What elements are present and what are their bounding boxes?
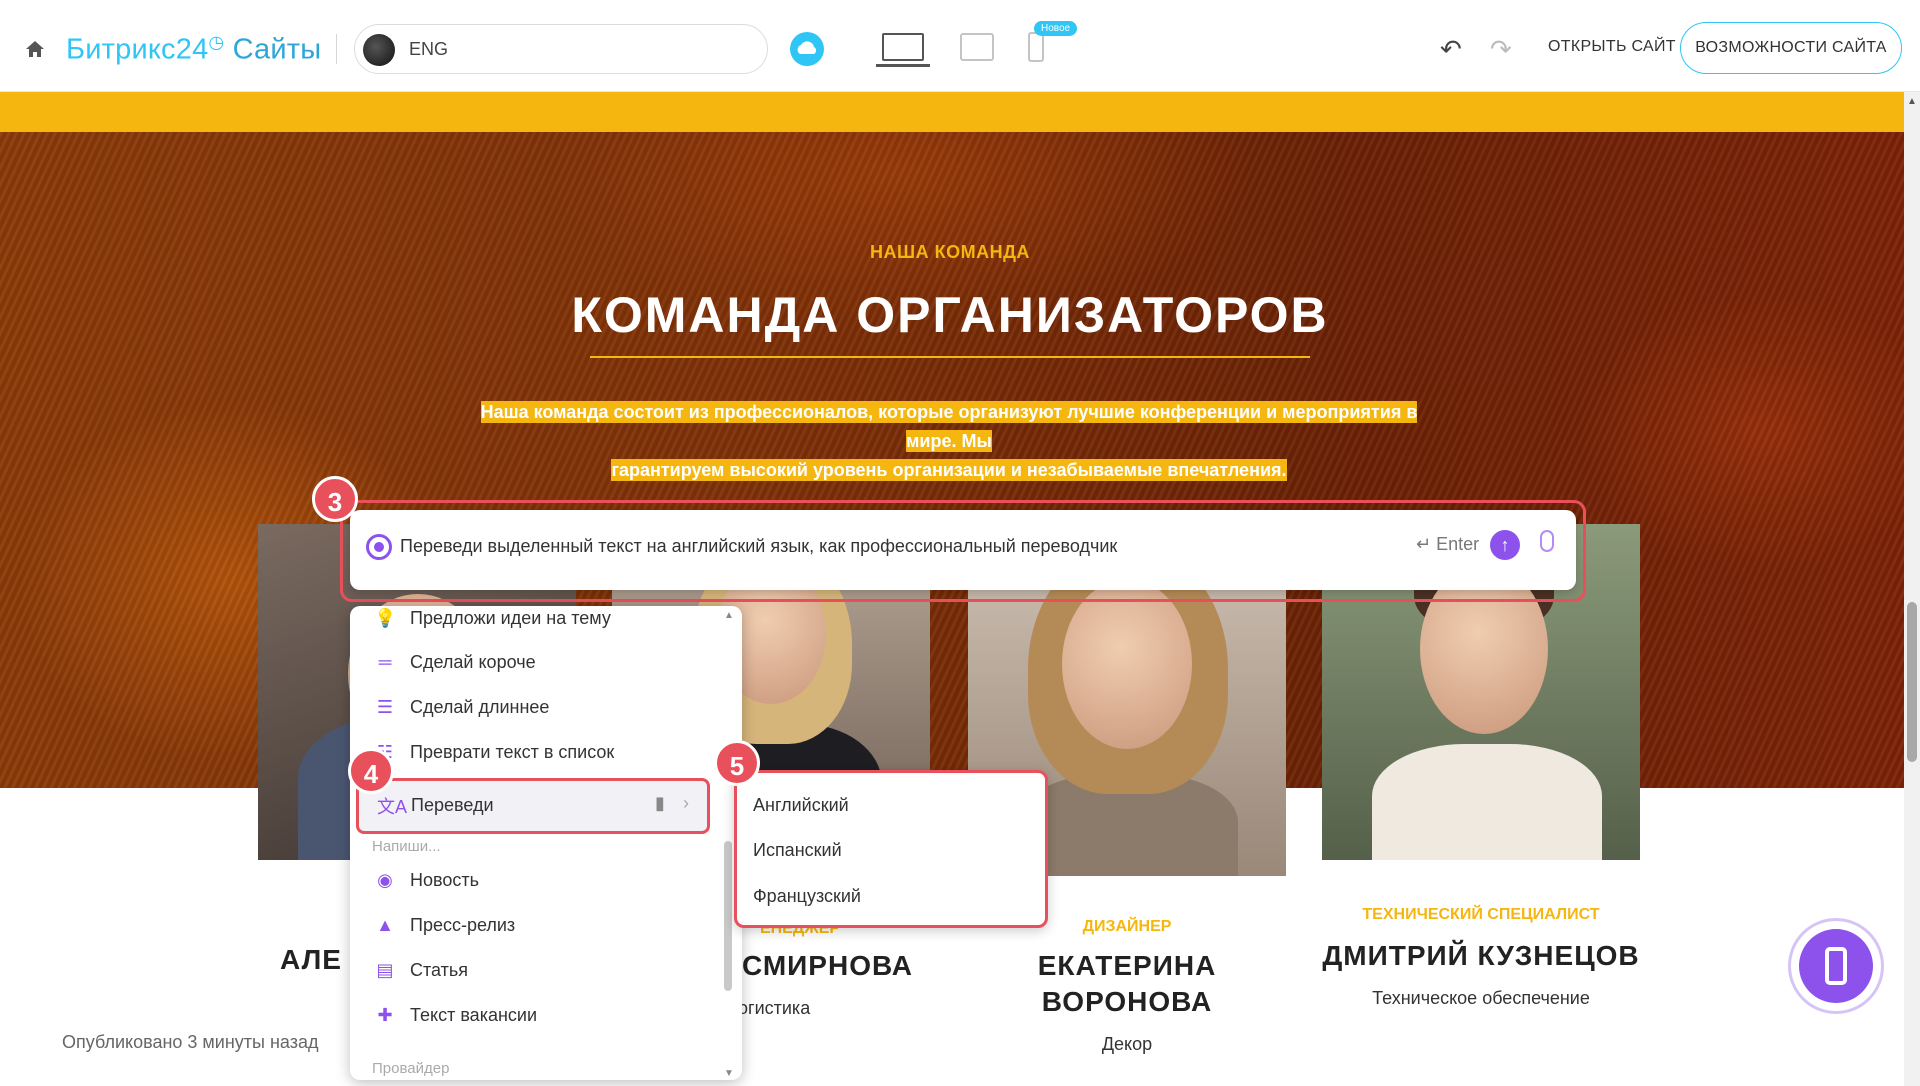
- mobile-preview-button[interactable]: [1788, 918, 1884, 1014]
- cloud-icon[interactable]: [790, 32, 824, 66]
- language-option-french[interactable]: Французский: [753, 886, 861, 907]
- bookmark-icon[interactable]: ▮: [655, 793, 665, 814]
- brand-suffix: Сайты: [232, 33, 322, 66]
- menu-item-shorter[interactable]: ═ Сделай короче: [350, 640, 722, 684]
- language-submenu: Английский Испанский Французский: [734, 770, 1048, 928]
- menu-item-label: Сделай длиннее: [410, 697, 550, 717]
- site-features-button[interactable]: ВОЗМОЖНОСТИ САЙТА: [1680, 22, 1902, 74]
- team-member-name: ЕКАТЕРИНА ВОРОНОВА: [1037, 950, 1217, 1017]
- section-description[interactable]: Наша команда состоит из профессионалов, …: [466, 398, 1432, 485]
- translate-icon: 文A: [377, 797, 408, 817]
- shift-enter-icon: ↵: [1416, 534, 1437, 554]
- site-avatar: [363, 34, 395, 66]
- team-member-department: огистика: [738, 998, 811, 1018]
- short-lines-icon: ═: [378, 652, 392, 672]
- menu-item-ideas[interactable]: 💡 Предложи идеи на тему: [350, 606, 722, 640]
- team-member-name: СМИРНОВА: [742, 950, 914, 981]
- brand-logo[interactable]: Битрикс24◷ Сайты: [66, 32, 321, 67]
- section-label: НАША КОМАНДА: [870, 242, 1030, 262]
- ai-command-menu: 💡 Предложи идеи на тему ═ Сделай короче …: [350, 606, 742, 1080]
- lightbulb-icon: 💡: [374, 608, 397, 628]
- enter-hint: ↵ Enter: [1416, 534, 1479, 555]
- scroll-thumb[interactable]: [724, 841, 732, 991]
- top-bar: Битрикс24◷ Сайты ENG Новое ↶ ↷ ОТКРЫТЬ С…: [0, 0, 1920, 92]
- microphone-icon[interactable]: [1540, 530, 1554, 552]
- send-button[interactable]: ↑: [1490, 530, 1520, 560]
- team-member-role: ТЕХНИЧЕСКИЙ СПЕЦИАЛИСТ: [1362, 906, 1600, 923]
- page-scrollbar[interactable]: ▲: [1904, 92, 1920, 1086]
- long-lines-icon: ☰: [376, 697, 394, 717]
- scroll-thumb[interactable]: [1907, 602, 1917, 762]
- prompt-input[interactable]: Переведи выделенный текст на английский …: [400, 536, 1117, 557]
- step-marker-3: 3: [312, 476, 358, 522]
- divider: [336, 34, 337, 64]
- chevron-right-icon: ›: [683, 793, 689, 813]
- menu-group-write: Напиши...: [372, 838, 441, 855]
- menu-item-press-release[interactable]: ▲ Пресс-релиз: [350, 903, 722, 947]
- undo-icon[interactable]: ↶: [1440, 34, 1462, 65]
- language-option-spanish[interactable]: Испанский: [753, 840, 842, 861]
- description-line: гарантируем высокий уровень организации …: [611, 459, 1287, 481]
- home-icon[interactable]: [24, 38, 46, 60]
- menu-item-label: Пресс-релиз: [410, 915, 516, 935]
- menu-item-label: Сделай короче: [410, 652, 536, 672]
- desktop-view-icon[interactable]: [876, 33, 930, 67]
- description-line: Наша команда состоит из профессионалов, …: [480, 401, 1418, 452]
- menu-item-longer[interactable]: ☰ Сделай длиннее: [350, 685, 722, 729]
- team-member-name: ДМИТРИЙ КУЗНЕЦОВ: [1322, 940, 1640, 971]
- mobile-preview-circle: [1799, 929, 1873, 1003]
- team-member-name: АЛЕ: [280, 944, 342, 975]
- document-icon: ▤: [376, 960, 394, 980]
- tablet-view-icon[interactable]: [960, 33, 994, 61]
- copilot-icon: [366, 534, 392, 560]
- yellow-strip: [0, 92, 1904, 132]
- menu-item-label: Статья: [410, 960, 469, 980]
- enter-hint-label: Enter: [1436, 534, 1480, 554]
- menu-item-list[interactable]: ☷ Преврати текст в список: [350, 730, 722, 774]
- menu-item-label: Новость: [410, 870, 480, 890]
- ai-prompt-box[interactable]: Переведи выделенный текст на английский …: [350, 510, 1576, 590]
- menu-item-label: Предложи идеи на тему: [410, 608, 611, 628]
- mobile-view-icon[interactable]: [1028, 32, 1044, 62]
- step-marker-4: 4: [348, 748, 394, 794]
- brand-name: Битрикс24: [66, 33, 209, 66]
- team-member-department: Техническое обеспечение: [1372, 988, 1590, 1008]
- menu-item-news[interactable]: ◉ Новость: [350, 858, 722, 902]
- step-marker-5: 5: [714, 740, 760, 786]
- language-label: ENG: [409, 39, 449, 59]
- scroll-down-icon[interactable]: ▼: [724, 1068, 734, 1079]
- open-site-link[interactable]: ОТКРЫТЬ САЙТ: [1548, 38, 1676, 56]
- phone-icon: [1825, 947, 1847, 985]
- scroll-up-icon[interactable]: ▲: [724, 610, 734, 621]
- team-member-department: Декор: [1101, 1034, 1153, 1054]
- menu-item-vacancy[interactable]: ✚ Текст вакансии: [350, 993, 722, 1037]
- menu-item-label: Переведи: [411, 795, 494, 815]
- menu-group-provider: Провайдер: [372, 1060, 450, 1077]
- language-option-english[interactable]: Английский: [753, 795, 849, 816]
- section-title: КОМАНДА ОРГАНИЗАТОРОВ: [571, 287, 1329, 343]
- menu-scrollbar[interactable]: ▲ ▼: [724, 610, 734, 1079]
- menu-item-translate[interactable]: 文A Переведи ▮ ›: [356, 778, 710, 834]
- menu-item-label: Текст вакансии: [410, 1005, 538, 1025]
- menu-item-label: Преврати текст в список: [410, 742, 615, 762]
- published-status: Опубликовано 3 минуты назад: [62, 1032, 319, 1052]
- add-user-icon: ✚: [377, 1005, 393, 1025]
- scroll-up-icon[interactable]: ▲: [1907, 96, 1917, 107]
- menu-item-article[interactable]: ▤ Статья: [350, 948, 722, 992]
- title-underline: [590, 356, 1310, 358]
- clock-icon: ◷: [208, 32, 225, 52]
- redo-icon[interactable]: ↷: [1490, 34, 1512, 65]
- new-badge: Новое: [1034, 21, 1078, 36]
- language-selector[interactable]: ENG: [354, 24, 768, 74]
- broadcast-icon: ◉: [377, 870, 393, 890]
- bell-icon: ▲: [376, 915, 394, 935]
